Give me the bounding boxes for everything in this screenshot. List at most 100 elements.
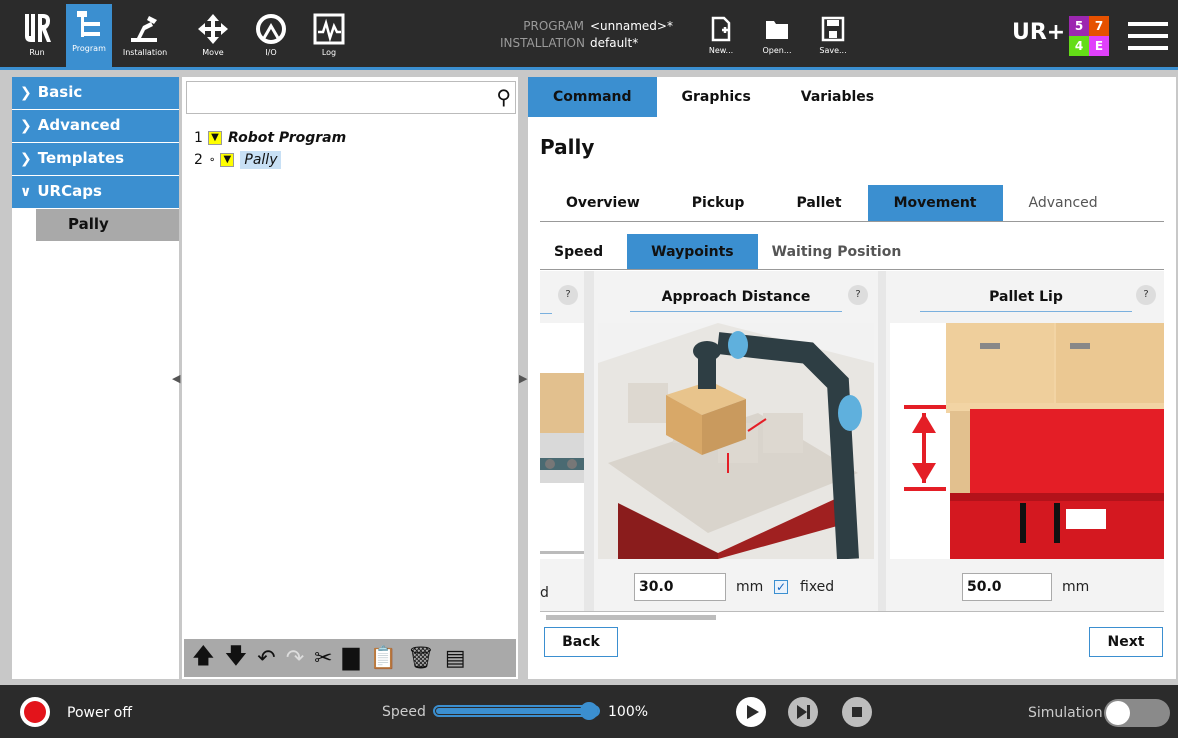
program-name: <unnamed>* bbox=[590, 19, 673, 33]
line-number: 2 bbox=[194, 152, 203, 168]
play-button[interactable] bbox=[736, 697, 766, 727]
tab-command[interactable]: Command bbox=[528, 77, 657, 117]
tree-node-label: Robot Program bbox=[228, 130, 347, 146]
partial-illustration-image bbox=[540, 373, 584, 554]
page-title: Pally bbox=[540, 135, 595, 159]
nav-run[interactable]: Run bbox=[14, 8, 60, 66]
tab-variables[interactable]: Variables bbox=[776, 77, 899, 117]
pallet-lip-title: Pallet Lip bbox=[920, 289, 1132, 312]
chevron-down-icon: ∨ bbox=[20, 184, 32, 200]
nav-urcaps[interactable]: ∨ URCaps bbox=[12, 176, 179, 209]
tab-movement[interactable]: Movement bbox=[867, 185, 1003, 221]
partial-unit: d bbox=[540, 585, 549, 601]
nav-move[interactable]: Move bbox=[190, 8, 236, 66]
kpi-cell: E bbox=[1089, 36, 1109, 56]
kpi-indicator[interactable]: 5 7 4 E bbox=[1069, 16, 1109, 56]
partial-card: ? d bbox=[540, 271, 584, 611]
play-icon bbox=[747, 705, 759, 719]
command-panel: Command Graphics Variables Pally Overvie… bbox=[528, 77, 1176, 679]
paste-icon[interactable]: 📋 bbox=[369, 646, 396, 671]
tab-waypoints[interactable]: Waypoints bbox=[627, 234, 758, 269]
tab-waiting-position[interactable]: Waiting Position bbox=[758, 234, 926, 269]
cards-scrollbar[interactable] bbox=[540, 611, 1164, 623]
help-icon[interactable]: ? bbox=[558, 285, 578, 305]
nav-templates-label: Templates bbox=[37, 149, 125, 167]
tab-pickup[interactable]: Pickup bbox=[666, 185, 771, 221]
palletizing-approach-image bbox=[598, 323, 874, 559]
power-status-label[interactable]: Power off bbox=[67, 705, 132, 721]
tree-row[interactable]: 2 ⚬ ▼ Pally bbox=[194, 149, 346, 171]
tree-node-label: Pally bbox=[240, 151, 282, 169]
nav-io-label: I/O bbox=[265, 48, 277, 57]
robot-arm-icon bbox=[131, 16, 157, 42]
approach-distance-title: Approach Distance bbox=[630, 289, 842, 312]
move-down-icon[interactable]: 🡇 bbox=[225, 639, 248, 677]
fixed-label: fixed bbox=[800, 579, 835, 595]
approach-distance-input[interactable]: 30.0 bbox=[634, 573, 726, 601]
hamburger-menu-icon[interactable] bbox=[1128, 22, 1168, 52]
nav-advanced-label: Advanced bbox=[37, 116, 121, 134]
save-button[interactable]: Save... bbox=[808, 12, 858, 64]
redo-icon[interactable]: ↷ bbox=[286, 646, 304, 671]
nav-advanced[interactable]: ❯ Advanced bbox=[12, 110, 179, 143]
help-icon[interactable]: ? bbox=[848, 285, 868, 305]
collapse-triangle-icon[interactable]: ▼ bbox=[220, 153, 235, 167]
power-button-icon[interactable] bbox=[20, 697, 50, 727]
help-icon[interactable]: ? bbox=[1136, 285, 1156, 305]
cut-icon[interactable]: ✂ bbox=[314, 646, 332, 671]
undo-icon[interactable]: ↶ bbox=[257, 646, 275, 671]
ur-logo-icon bbox=[25, 14, 51, 42]
copy-icon[interactable]: ▇ bbox=[343, 646, 360, 671]
search-icon[interactable]: ⚲ bbox=[496, 85, 511, 109]
chevron-right-icon: ❯ bbox=[20, 118, 32, 134]
tree-row[interactable]: 1 ▼ Robot Program bbox=[194, 127, 346, 149]
pallet-lip-illustration bbox=[890, 323, 1164, 559]
delete-icon[interactable]: 🗑 bbox=[407, 646, 435, 671]
step-button[interactable] bbox=[788, 697, 818, 727]
nav-log-label: Log bbox=[321, 48, 337, 57]
scrollbar-thumb[interactable] bbox=[546, 615, 716, 620]
suppress-icon[interactable]: ▤ bbox=[445, 646, 466, 671]
nav-log[interactable]: Log bbox=[306, 8, 352, 66]
nav-templates[interactable]: ❯ Templates bbox=[12, 143, 179, 176]
step-icon bbox=[797, 705, 810, 719]
nav-basic[interactable]: ❯ Basic bbox=[12, 77, 179, 110]
nav-installation[interactable]: Installation bbox=[122, 8, 168, 66]
nav-io[interactable]: I/O bbox=[248, 8, 294, 66]
speed-knob[interactable] bbox=[580, 702, 598, 720]
new-file-icon bbox=[711, 16, 731, 42]
kpi-cell: 7 bbox=[1089, 16, 1109, 36]
speed-value: 100% bbox=[608, 704, 649, 720]
installation-key: INSTALLATION bbox=[500, 36, 585, 50]
back-button[interactable]: Back bbox=[544, 627, 618, 657]
tab-advanced[interactable]: Advanced bbox=[1003, 185, 1124, 221]
nav-urcaps-label: URCaps bbox=[37, 182, 102, 200]
open-button[interactable]: Open... bbox=[752, 12, 802, 64]
collapse-triangle-icon[interactable]: ▼ bbox=[208, 131, 222, 145]
tab-speed[interactable]: Speed bbox=[540, 234, 627, 269]
simulation-label: Simulation bbox=[1028, 705, 1103, 721]
save-label: Save... bbox=[819, 46, 847, 55]
tab-pallet[interactable]: Pallet bbox=[770, 185, 867, 221]
stop-button[interactable] bbox=[842, 697, 872, 727]
search-input[interactable]: ⚲ bbox=[186, 81, 516, 114]
urplus-button[interactable]: UR+ bbox=[1012, 20, 1065, 45]
tab-overview[interactable]: Overview bbox=[540, 185, 666, 221]
move-up-icon[interactable]: 🡅 bbox=[192, 639, 215, 677]
new-button[interactable]: New... bbox=[696, 12, 746, 64]
nav-pally[interactable]: Pally bbox=[36, 209, 179, 241]
simulation-toggle[interactable] bbox=[1104, 699, 1170, 727]
program-tree-panel: ⚲ 1 ▼ Robot Program 2 ⚬ ▼ Pally 🡅 🡇 ↶ ↷ … bbox=[182, 77, 518, 679]
tree-toolbar: 🡅 🡇 ↶ ↷ ✂ ▇ 📋 🗑 ▤ bbox=[184, 639, 516, 677]
pallet-lip-input[interactable]: 50.0 bbox=[962, 573, 1052, 601]
speed-slider[interactable] bbox=[433, 702, 600, 720]
collapse-right-handle-icon[interactable]: ▶ bbox=[519, 372, 527, 385]
stop-icon bbox=[852, 707, 862, 717]
tab-graphics[interactable]: Graphics bbox=[657, 77, 776, 117]
left-nav-panel: ❯ Basic ❯ Advanced ❯ Templates ∨ URCaps Pall… bbox=[12, 77, 179, 679]
fixed-checkbox[interactable]: ✓ bbox=[774, 580, 788, 594]
collapse-left-handle-icon[interactable]: ◀ bbox=[172, 372, 180, 385]
next-button[interactable]: Next bbox=[1089, 627, 1163, 657]
kpi-cell: 4 bbox=[1069, 36, 1089, 56]
nav-program[interactable]: Program bbox=[66, 4, 112, 68]
